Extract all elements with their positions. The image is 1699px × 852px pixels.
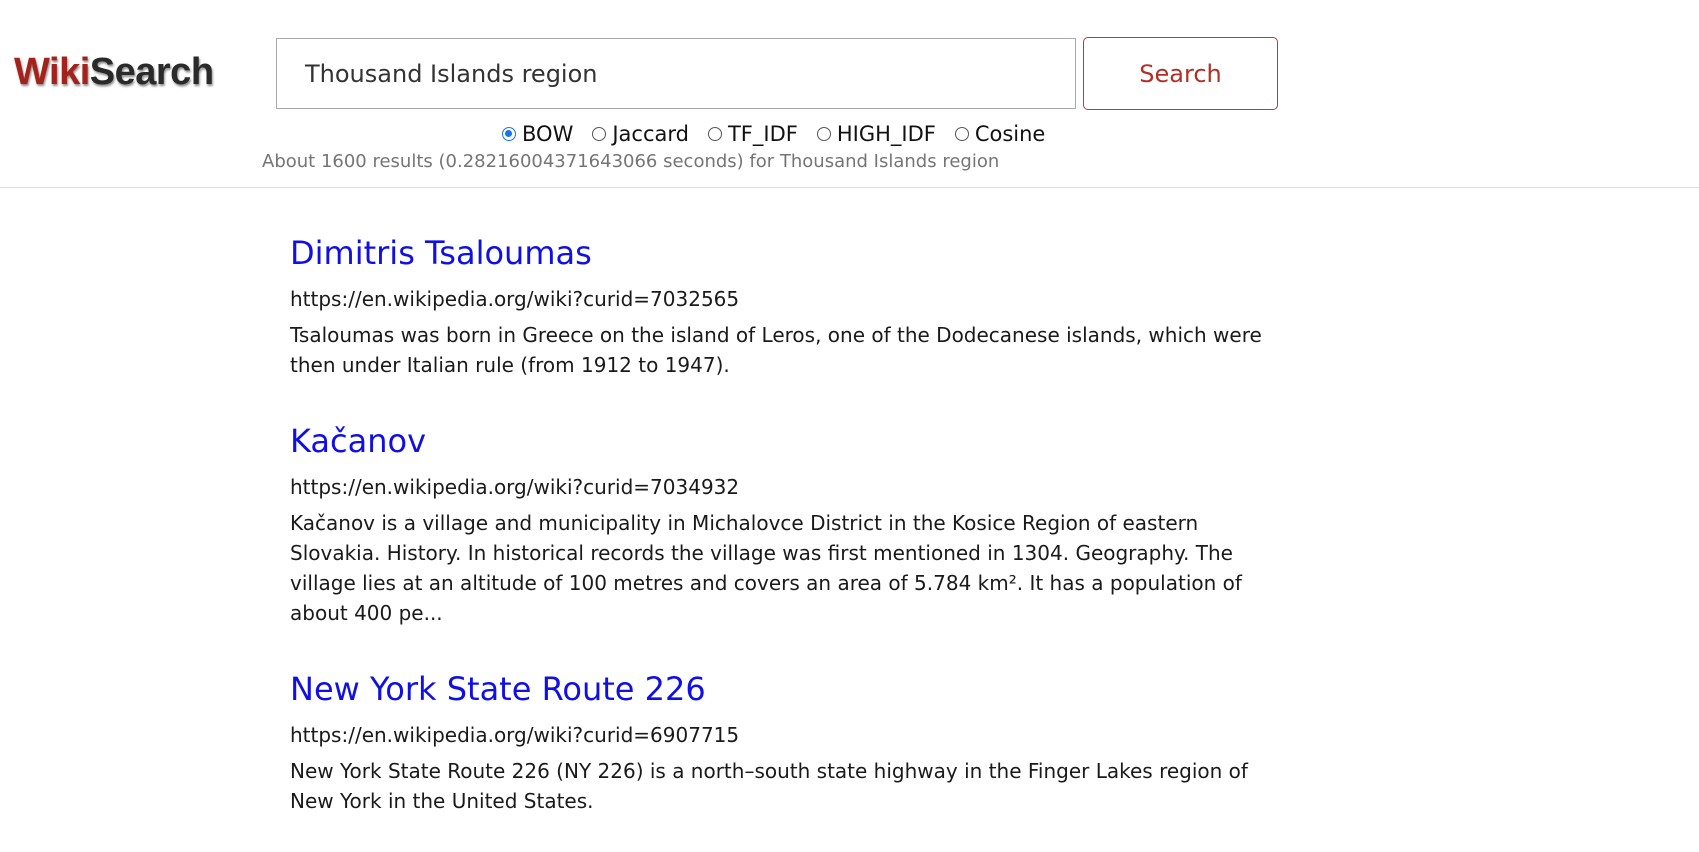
result-title-link[interactable]: Dimitris Tsaloumas <box>290 228 1265 278</box>
result-stats: About 1600 results (0.28216004371643066 … <box>262 151 1000 172</box>
option-high-idf[interactable]: HIGH_IDF <box>816 122 936 146</box>
option-cosine[interactable]: Cosine <box>954 122 1046 146</box>
result-url: https://en.wikipedia.org/wiki?curid=7034… <box>290 475 740 499</box>
result-title-link[interactable]: Kačanov <box>290 416 1265 466</box>
option-bow[interactable]: BOW <box>502 122 573 146</box>
option-high-idf-label: HIGH_IDF <box>836 122 936 146</box>
result-snippet: Kačanov is a village and municipality in… <box>290 511 1242 625</box>
result-snippet: New York State Route 226 (NY 226) is a n… <box>290 759 1248 813</box>
option-jaccard-label: Jaccard <box>612 122 689 146</box>
logo[interactable]: WikiSearch <box>14 50 214 94</box>
result-item: New York State Route 226 https://en.wiki… <box>290 664 1265 816</box>
radio-jaccard[interactable] <box>592 127 607 141</box>
result-url: https://en.wikipedia.org/wiki?curid=6907… <box>290 723 740 747</box>
algorithm-options: BOW Jaccard TF_IDF HIGH_IDF Cosine <box>502 120 1064 148</box>
logo-search-text: Search <box>89 51 214 93</box>
result-title-link[interactable]: New York State Route 226 <box>290 664 1265 714</box>
radio-tf-idf[interactable] <box>707 127 722 141</box>
result-snippet: Tsaloumas was born in Greece on the isla… <box>290 323 1262 377</box>
results-list: Dimitris Tsaloumas https://en.wikipedia.… <box>290 228 1265 852</box>
option-bow-label: BOW <box>522 122 574 146</box>
result-url: https://en.wikipedia.org/wiki?curid=7032… <box>290 287 740 311</box>
option-cosine-label: Cosine <box>974 122 1046 146</box>
search-input[interactable] <box>276 38 1076 109</box>
radio-cosine[interactable] <box>954 127 969 141</box>
radio-high-idf[interactable] <box>816 127 831 141</box>
logo-wiki-text: Wiki <box>14 51 90 93</box>
search-button[interactable]: Search <box>1083 37 1278 110</box>
option-tf-idf[interactable]: TF_IDF <box>707 122 798 146</box>
option-tf-idf-label: TF_IDF <box>727 122 798 146</box>
result-item: Kačanov https://en.wikipedia.org/wiki?cu… <box>290 416 1265 628</box>
radio-bow[interactable] <box>502 127 516 141</box>
header: WikiSearch Search BOW Jaccard TF_IDF HIG… <box>0 0 1699 188</box>
result-item: Dimitris Tsaloumas https://en.wikipedia.… <box>290 228 1265 380</box>
option-jaccard[interactable]: Jaccard <box>592 122 689 146</box>
